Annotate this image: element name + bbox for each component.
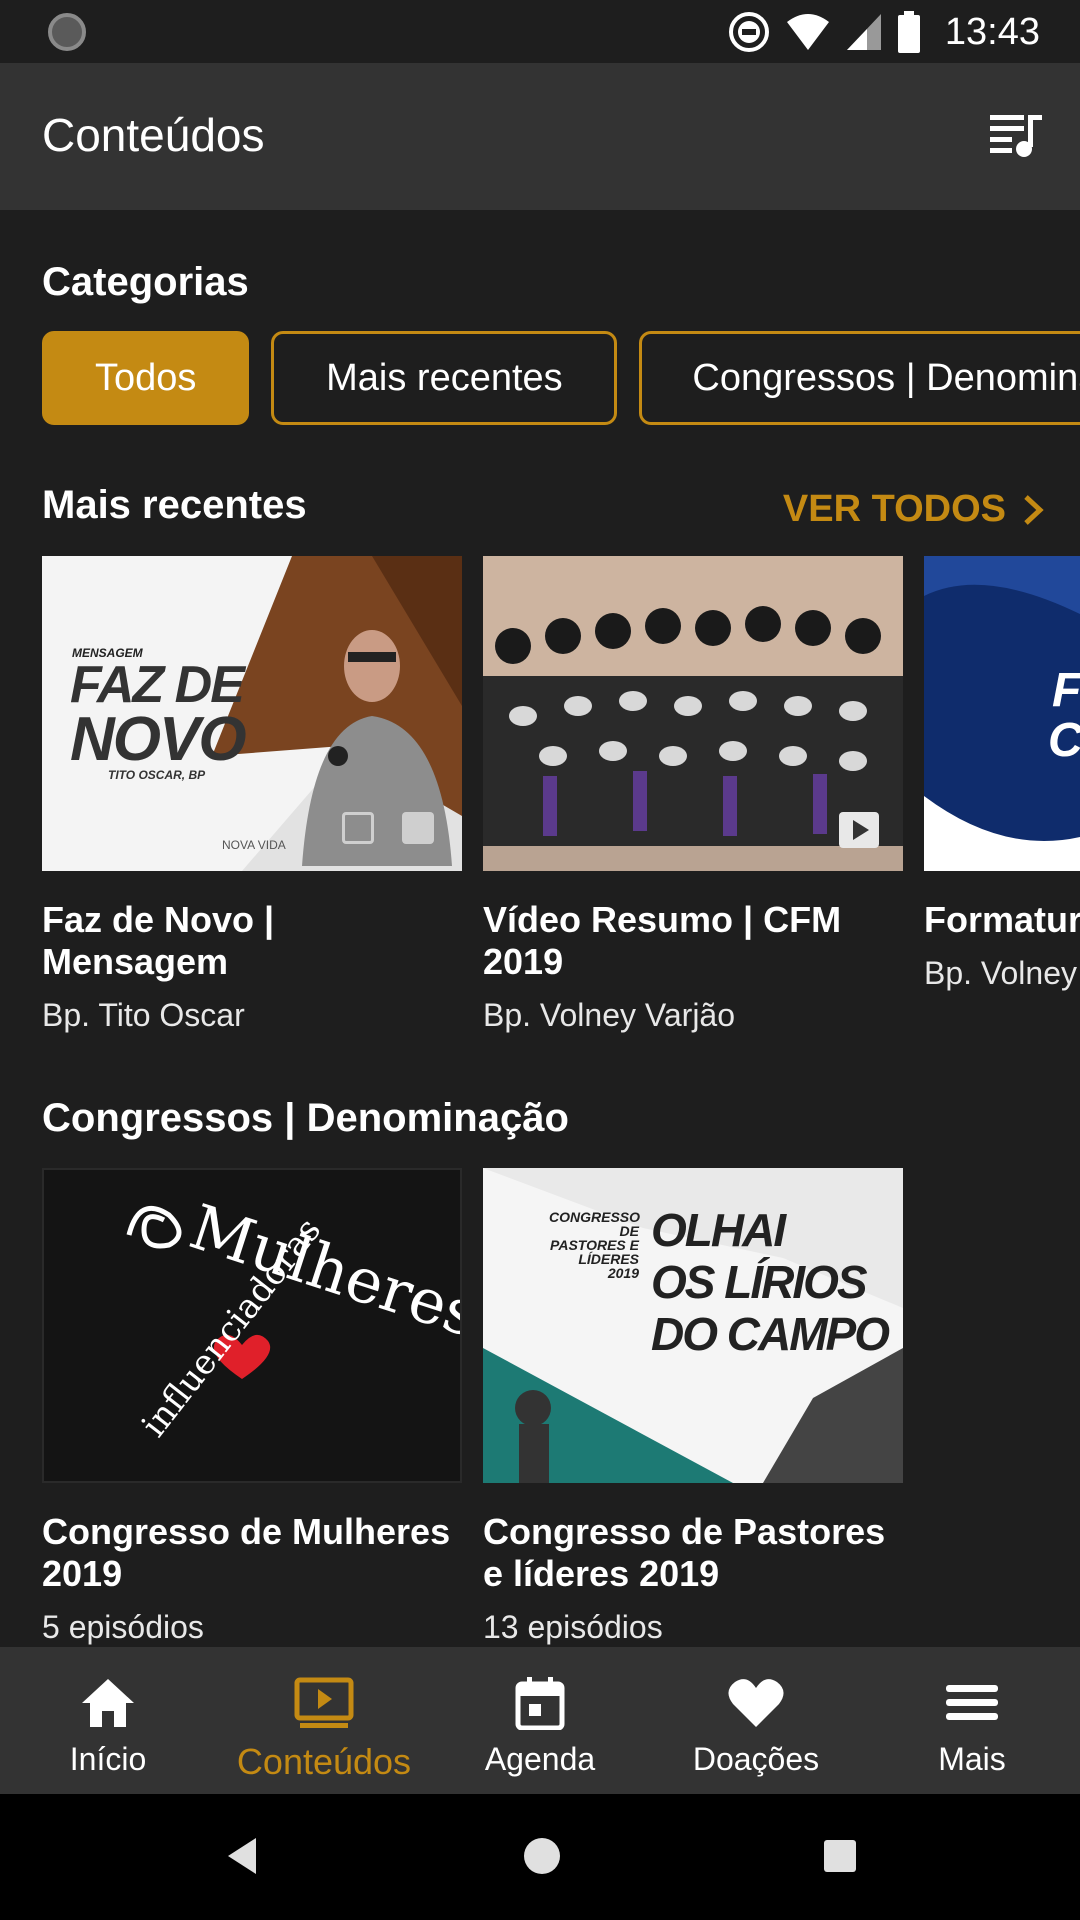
- card-subtitle: 5 episódios: [42, 1609, 204, 1645]
- nav-label: Doações: [692, 1741, 820, 1777]
- card-title: Vídeo Resumo | CFM 2019: [483, 899, 842, 982]
- heart-icon: [726, 1675, 786, 1731]
- nav-label: Início: [69, 1741, 147, 1777]
- chip-congressos[interactable]: Congressos | Denominação: [639, 331, 1080, 425]
- card-title: Congresso de Mulheres 2019: [42, 1511, 451, 1594]
- content-card[interactable]: Mulheres influenciadoras Congresso de Mu…: [42, 1168, 462, 1646]
- thumb-small-2: PASTORES E: [550, 1237, 639, 1253]
- thumb-small-4: 2019: [607, 1265, 639, 1281]
- clock: 13:43: [944, 10, 1040, 53]
- home-icon: [78, 1675, 138, 1731]
- card-subtitle: 13 episódios: [483, 1609, 663, 1645]
- playlist-icon[interactable]: [988, 109, 1044, 159]
- home-circle-icon[interactable]: [520, 1834, 564, 1883]
- thumbnail-video-resumo: [483, 556, 903, 871]
- thumb-line1: FAZ DE: [70, 656, 245, 714]
- nav-agenda[interactable]: Agenda: [432, 1647, 648, 1794]
- thumbnail-faz-de-novo: MENSAGEM FAZ DE NOVO TITO OSCAR, BP NOVA…: [42, 556, 462, 871]
- calendar-icon: [510, 1675, 570, 1731]
- sync-status-icon: [48, 13, 86, 51]
- nav-inicio[interactable]: Início: [0, 1647, 216, 1794]
- content-card[interactable]: MENSAGEM FAZ DE NOVO TITO OSCAR, BP NOVA…: [42, 556, 462, 1034]
- thumb-big-text: OLHAI OS LÍRIOS DO CAMPO: [651, 1204, 890, 1360]
- card-title: Faz de Novo | Mensagem: [42, 899, 275, 982]
- thumbnail-congresso-pastores: CONGRESSO DE PASTORES E LÍDERES 2019 OLH…: [483, 1168, 903, 1483]
- nav-label: Mais: [938, 1741, 1006, 1777]
- play-badge-icon: [839, 812, 879, 848]
- status-icons: 13:43: [727, 8, 1040, 56]
- thumb-line2: CI: [1048, 714, 1080, 767]
- nav-conteudos[interactable]: Conteúdos: [216, 1647, 432, 1794]
- category-chips: Todos Mais recentes Congressos | Denomin…: [42, 331, 1080, 425]
- card-subtitle: Bp. Tito Oscar: [42, 997, 245, 1033]
- thumb-line1: FO: [1052, 664, 1080, 717]
- see-all-button[interactable]: VER TODOS: [783, 488, 1044, 531]
- nav-mais[interactable]: Mais: [864, 1647, 1080, 1794]
- battery-icon: [897, 11, 921, 53]
- thumbnail-formatura: FO CI: [924, 556, 1080, 871]
- chip-todos[interactable]: Todos: [42, 331, 250, 425]
- card-title: Formatura: [924, 899, 1080, 940]
- page-title: Conteúdos: [42, 109, 265, 161]
- thumbnail-congresso-mulheres: Mulheres influenciadoras: [42, 1168, 462, 1483]
- back-icon[interactable]: [222, 1834, 262, 1883]
- signal-icon: [845, 12, 883, 52]
- status-bar: 13:43: [0, 0, 1080, 63]
- wifi-icon: [785, 12, 831, 52]
- do-not-disturb-icon: [727, 10, 771, 54]
- nav-label: Conteúdos: [236, 1741, 412, 1782]
- recents-icon[interactable]: [820, 1834, 860, 1883]
- thumb-big-1: OLHAI: [651, 1204, 786, 1256]
- thumb-small-text: CONGRESSO DE PASTORES E LÍDERES 2019: [549, 1209, 641, 1281]
- play-screen-icon: [294, 1675, 354, 1731]
- card-title: Congresso de Pastores e líderes 2019: [483, 1511, 886, 1594]
- thumb-big-2: OS LÍRIOS: [651, 1256, 868, 1308]
- content-card[interactable]: Vídeo Resumo | CFM 2019 Bp. Volney Varjã…: [483, 556, 903, 1034]
- chevron-right-icon: [1024, 494, 1044, 525]
- see-all-label: VER TODOS: [782, 488, 1006, 530]
- thumb-big-3: DO CAMPO: [651, 1308, 890, 1360]
- card-subtitle: Bp. Volney: [924, 955, 1077, 991]
- content-card[interactable]: FO CI Formatura Bp. Volney: [924, 556, 1080, 992]
- nav-doacoes[interactable]: Doações: [648, 1647, 864, 1794]
- thumb-brand: NOVA VIDA: [222, 838, 286, 852]
- thumb-small-1: CONGRESSO DE: [549, 1209, 641, 1239]
- chip-mais-recentes[interactable]: Mais recentes: [271, 331, 618, 425]
- system-navigation-bar: [0, 1794, 1080, 1920]
- card-subtitle: Bp. Volney Varjão: [483, 997, 736, 1033]
- video-badge-icon: [342, 812, 374, 844]
- thumb-line2: NOVO: [70, 705, 247, 774]
- thumb-small-3: LÍDERES: [578, 1251, 639, 1267]
- audio-badge-icon: [402, 812, 434, 844]
- content-card[interactable]: CONGRESSO DE PASTORES E LÍDERES 2019 OLH…: [483, 1168, 903, 1646]
- menu-icon: [942, 1675, 1002, 1731]
- recent-section-title: Mais recentes: [42, 483, 307, 527]
- nav-label: Agenda: [484, 1741, 596, 1777]
- content-area: Categorias Todos Mais recentes Congresso…: [0, 210, 1080, 1647]
- app-bar: Conteúdos: [0, 63, 1080, 210]
- categories-title: Categorias: [42, 260, 249, 304]
- bottom-navigation: Início Conteúdos Agenda Doações Mais: [0, 1647, 1080, 1794]
- thumb-author: TITO OSCAR, BP: [108, 768, 206, 782]
- congressos-section-title: Congressos | Denominação: [42, 1096, 569, 1140]
